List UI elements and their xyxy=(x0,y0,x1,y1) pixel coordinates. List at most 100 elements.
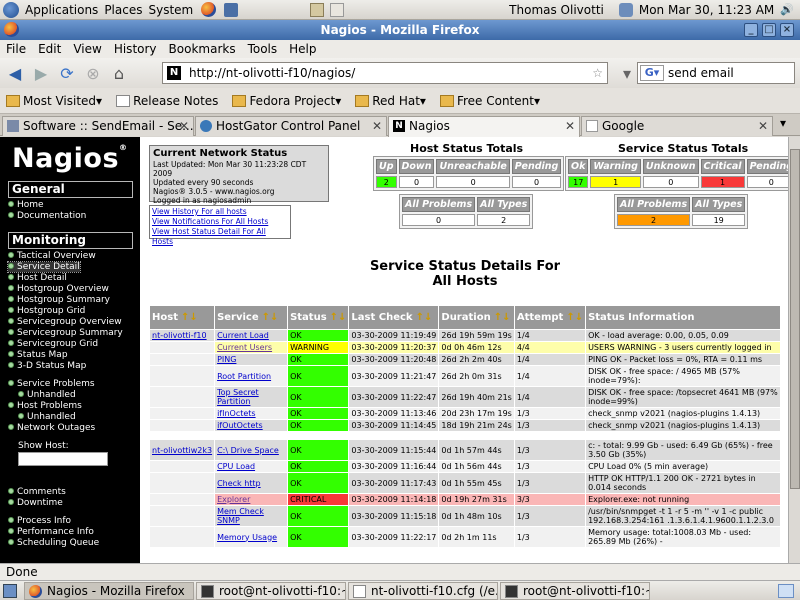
firefox-launcher-icon[interactable] xyxy=(201,2,217,17)
minimize-icon[interactable]: _ xyxy=(744,23,758,37)
sort-arrows-icon[interactable]: ↑↓ xyxy=(262,312,279,323)
cell-service[interactable]: ifInOctets xyxy=(214,407,289,420)
google-search-engine-icon[interactable]: G▾ xyxy=(640,65,664,81)
nav-host-unhandled[interactable]: Unhandled xyxy=(18,412,76,422)
network-icon[interactable] xyxy=(618,2,633,17)
nav-tactical-overview[interactable]: Tactical Overview xyxy=(8,251,96,261)
col-attempt[interactable]: Attempt ↑↓ xyxy=(513,305,587,330)
applications-menu[interactable]: Applications xyxy=(25,3,98,17)
forward-icon[interactable]: ▶ xyxy=(30,62,52,84)
menu-edit[interactable]: Edit xyxy=(38,42,61,56)
nav-host-detail[interactable]: Host Detail xyxy=(8,273,67,283)
cell-service[interactable]: Explorer xyxy=(214,493,289,506)
th-all-problems[interactable]: All Problems xyxy=(402,197,476,212)
nav-service-problems[interactable]: Service Problems xyxy=(8,379,95,389)
link-view-notifications[interactable]: View Notifications For All Hosts xyxy=(152,217,288,227)
places-menu[interactable]: Places xyxy=(104,3,142,17)
tab-close-icon[interactable]: ✕ xyxy=(179,117,189,135)
url-bar[interactable]: N http://nt-olivotti-f10/nagios/ ☆ xyxy=(162,62,608,84)
nav-service-detail[interactable]: Service Detail xyxy=(7,261,81,273)
clock[interactable]: Mon Mar 30, 11:23 AM xyxy=(639,3,774,17)
task-editor[interactable]: nt-olivotti-f10.cfg (/e... xyxy=(348,582,498,600)
cell-service[interactable]: ifOutOctets xyxy=(214,419,289,432)
workspace-switcher[interactable] xyxy=(778,584,794,598)
link-view-host-status[interactable]: View Host Status Detail For All Hosts xyxy=(152,227,288,247)
th-all-problems[interactable]: All Problems xyxy=(617,197,691,212)
nav-network-outages[interactable]: Network Outages xyxy=(8,423,95,433)
mail-launcher-icon[interactable] xyxy=(224,2,239,17)
gnome-foot-icon[interactable] xyxy=(3,1,19,18)
bookmark-free-content[interactable]: Free Content ▾ xyxy=(439,94,540,108)
window-firefox-icon[interactable] xyxy=(4,22,19,37)
menu-view[interactable]: View xyxy=(73,42,101,56)
th-all-types[interactable]: All Types xyxy=(692,197,746,212)
sort-arrows-icon[interactable]: ↑↓ xyxy=(181,312,198,323)
go-icon[interactable]: ▾ xyxy=(616,62,638,84)
cell-service[interactable]: Mem Check SNMP xyxy=(214,505,289,527)
home-icon[interactable]: ⌂ xyxy=(108,62,130,84)
bookmark-most-visited[interactable]: Most Visited ▾ xyxy=(6,94,102,108)
th-pending[interactable]: Pending xyxy=(511,159,562,174)
tab-close-icon[interactable]: ✕ xyxy=(565,117,575,135)
cell-service[interactable]: Current Load xyxy=(214,329,289,342)
col-duration[interactable]: Duration ↑↓ xyxy=(438,305,515,330)
bookmark-release-notes[interactable]: Release Notes xyxy=(116,94,218,108)
volume-icon[interactable]: 🔊 xyxy=(780,3,794,16)
search-box[interactable]: G▾ send email xyxy=(637,62,795,84)
tab-list-icon[interactable]: ▾ xyxy=(780,116,786,130)
menu-help[interactable]: Help xyxy=(289,42,316,56)
tab-hostgator[interactable]: HostGator Control Panel ✕ xyxy=(195,116,387,136)
nav-documentation[interactable]: Documentation xyxy=(8,211,86,221)
nav-performance-info[interactable]: Performance Info xyxy=(8,527,94,537)
nav-hostgroup-grid[interactable]: Hostgroup Grid xyxy=(8,306,85,316)
col-last-check[interactable]: Last Check ↑↓ xyxy=(348,305,440,330)
menu-file[interactable]: File xyxy=(6,42,26,56)
task-firefox[interactable]: Nagios - Mozilla Firefox xyxy=(24,582,194,600)
tab-close-icon[interactable]: ✕ xyxy=(372,117,382,135)
stop-icon[interactable]: ⊗ xyxy=(82,62,104,84)
th-ok[interactable]: Ok xyxy=(568,159,589,174)
cell-service[interactable]: Check http xyxy=(214,472,289,494)
maximize-icon[interactable]: □ xyxy=(762,23,776,37)
show-host-input[interactable] xyxy=(18,452,108,466)
th-unknown[interactable]: Unknown xyxy=(642,159,699,174)
th-pending[interactable]: Pending xyxy=(746,159,788,174)
scrollbar-thumb[interactable] xyxy=(790,149,800,489)
col-host[interactable]: Host ↑↓ xyxy=(148,305,216,330)
tab-sendemail[interactable]: Software :: SendEmail - Se... ✕ xyxy=(2,116,194,136)
sort-arrows-icon[interactable]: ↑↓ xyxy=(416,312,433,323)
nav-servicegroup-summary[interactable]: Servicegroup Summary xyxy=(8,328,123,338)
nav-downtime[interactable]: Downtime xyxy=(8,498,63,508)
search-text[interactable]: send email xyxy=(668,66,734,80)
sort-arrows-icon[interactable]: ↑↓ xyxy=(566,312,583,323)
nagios-logo[interactable]: Nagios® xyxy=(12,143,128,174)
menu-history[interactable]: History xyxy=(114,42,157,56)
th-unreachable[interactable]: Unreachable xyxy=(436,159,510,174)
th-critical[interactable]: Critical xyxy=(700,159,745,174)
col-service[interactable]: Service ↑↓ xyxy=(214,305,289,330)
task-terminal-1[interactable]: root@nt-olivotti-f10:~ xyxy=(196,582,346,600)
nav-scheduling-queue[interactable]: Scheduling Queue xyxy=(8,538,99,548)
cell-service[interactable]: Current Users xyxy=(214,341,289,354)
nav-status-map[interactable]: Status Map xyxy=(8,350,68,360)
window-title-bar[interactable]: Nagios - Mozilla Firefox _ □ × xyxy=(0,20,800,40)
link-view-history[interactable]: View History For all hosts xyxy=(152,207,288,217)
th-warning[interactable]: Warning xyxy=(590,159,641,174)
th-up[interactable]: Up xyxy=(376,159,397,174)
nav-servicegroup-overview[interactable]: Servicegroup Overview xyxy=(8,317,122,327)
sort-arrows-icon[interactable]: ↑↓ xyxy=(494,312,511,323)
th-all-types[interactable]: All Types xyxy=(477,197,531,212)
nav-hostgroup-overview[interactable]: Hostgroup Overview xyxy=(8,284,109,294)
col-status-information[interactable]: Status Information xyxy=(585,305,781,330)
back-icon[interactable]: ◀ xyxy=(4,62,26,84)
tab-google[interactable]: Google ✕ xyxy=(581,116,773,136)
nav-servicegroup-grid[interactable]: Servicegroup Grid xyxy=(8,339,98,349)
cell-service[interactable]: CPU Load xyxy=(214,460,289,473)
sort-arrows-icon[interactable]: ↑↓ xyxy=(330,312,347,323)
th-down[interactable]: Down xyxy=(398,159,435,174)
vertical-scrollbar[interactable] xyxy=(788,137,800,563)
nav-home[interactable]: Home xyxy=(8,200,44,210)
show-desktop-icon[interactable] xyxy=(3,584,17,598)
nav-comments[interactable]: Comments xyxy=(8,487,66,497)
bookmark-fedora-project[interactable]: Fedora Project ▾ xyxy=(232,94,341,108)
